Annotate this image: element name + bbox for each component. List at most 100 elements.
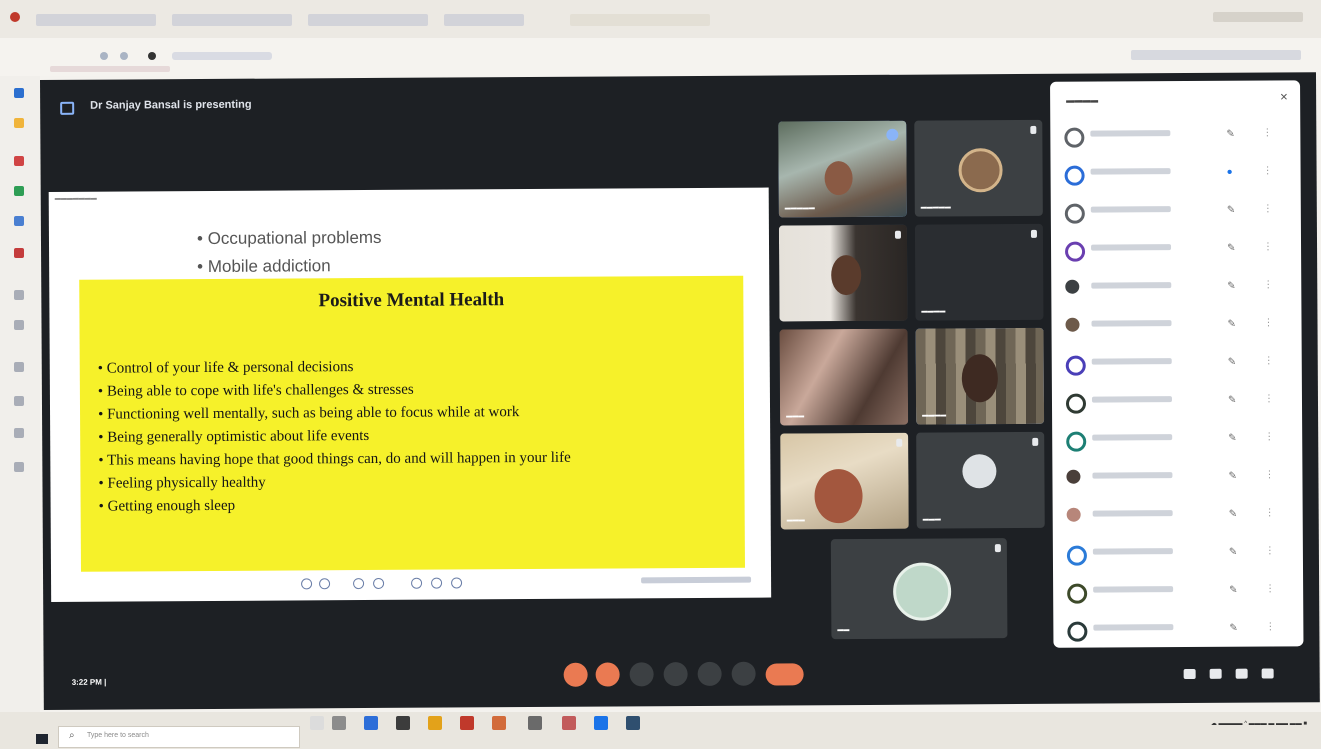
rail-icon[interactable] xyxy=(14,428,24,438)
more-options-icon[interactable]: ⋮ xyxy=(1265,507,1275,518)
browser-tab[interactable] xyxy=(36,14,156,26)
video-tile[interactable]: ▬▬▬▬ xyxy=(914,223,1044,321)
participant-row[interactable]: ● ⋮ xyxy=(1050,152,1300,192)
more-options-icon[interactable]: ⋮ xyxy=(1264,393,1274,404)
reload-icon[interactable] xyxy=(148,52,156,60)
video-tile[interactable]: ▬▬▬ xyxy=(779,328,909,426)
camera-off-button[interactable] xyxy=(595,662,620,687)
more-options-icon[interactable]: ⋮ xyxy=(1265,583,1275,594)
start-menu-icon[interactable] xyxy=(36,734,48,744)
rail-icon[interactable] xyxy=(14,248,24,258)
chat-icon[interactable] xyxy=(1235,668,1248,679)
camera-feed xyxy=(779,328,909,426)
taskbar-app-icon[interactable] xyxy=(364,716,378,730)
participant-row[interactable]: ✎ ⋮ xyxy=(1052,380,1302,420)
captions-button[interactable] xyxy=(629,662,654,687)
browser-tab[interactable] xyxy=(172,14,292,26)
speaking-icon: ● xyxy=(1226,166,1233,178)
more-options-icon[interactable]: ⋮ xyxy=(1263,241,1273,252)
mic-off-icon: ✎ xyxy=(1226,128,1235,140)
taskbar-app-icon[interactable] xyxy=(310,716,324,730)
end-call-button[interactable] xyxy=(765,663,804,686)
participant-row[interactable]: ✎ ⋮ xyxy=(1052,418,1302,458)
present-button[interactable] xyxy=(697,661,722,686)
participant-row[interactable]: ✎ ⋮ xyxy=(1051,304,1301,344)
video-tile[interactable]: ▬▬▬▬ xyxy=(915,327,1045,425)
raise-hand-button[interactable] xyxy=(663,662,688,687)
participant-row[interactable]: ✎ ⋮ xyxy=(1052,342,1302,382)
mic-off-button[interactable] xyxy=(563,662,588,687)
taskbar-app-icon[interactable] xyxy=(528,716,542,730)
more-options-icon[interactable]: ⋮ xyxy=(1265,621,1275,632)
video-tile[interactable]: ▬▬▬▬▬ xyxy=(778,120,907,218)
rail-icon[interactable] xyxy=(14,462,24,472)
rail-icon[interactable] xyxy=(14,186,24,196)
rail-icon[interactable] xyxy=(14,216,24,226)
people-icon[interactable] xyxy=(1209,668,1222,679)
rail-icon[interactable] xyxy=(14,290,24,300)
more-options-icon[interactable]: ⋮ xyxy=(1265,545,1275,556)
taskbar-search-box[interactable]: ⌕ Type here to search xyxy=(58,726,300,748)
presenter-taskbar xyxy=(291,574,761,591)
more-options-icon[interactable]: ⋮ xyxy=(1264,431,1274,442)
rail-icon[interactable] xyxy=(14,118,24,128)
participant-row[interactable]: ✎ ⋮ xyxy=(1051,266,1301,306)
video-tile[interactable]: ▬▬▬ xyxy=(780,432,909,530)
rail-icon[interactable] xyxy=(14,362,24,372)
browser-tab-strip xyxy=(0,0,1321,38)
more-options-icon[interactable]: ⋮ xyxy=(1262,127,1272,138)
browser-tab-active[interactable] xyxy=(570,14,710,26)
system-tray[interactable]: ☁ ▬▬▬▬ ^ ▬▬▬ ▬ ▬▬ ▬▬ ■ xyxy=(1211,720,1307,727)
info-icon[interactable] xyxy=(1183,668,1196,680)
taskbar-app-icon[interactable] xyxy=(396,716,410,730)
rail-icon[interactable] xyxy=(14,320,24,330)
more-options-icon[interactable]: ⋮ xyxy=(1263,203,1273,214)
address-bar[interactable] xyxy=(172,52,272,60)
rail-icon[interactable] xyxy=(14,396,24,406)
taskbar-app-icon[interactable] xyxy=(562,716,576,730)
side-app-rail xyxy=(0,76,40,716)
tile-name: ▬▬▬▬ xyxy=(921,308,946,315)
more-options-icon[interactable]: ⋮ xyxy=(1263,317,1273,328)
window-controls[interactable] xyxy=(1213,12,1303,22)
taskbar-app-icon[interactable] xyxy=(428,716,442,730)
video-tile[interactable]: ▬▬ xyxy=(830,538,1008,640)
participant-row[interactable]: ✎ ⋮ xyxy=(1053,570,1303,610)
taskbar-app-icon[interactable] xyxy=(460,716,474,730)
video-tile[interactable]: ▬▬▬▬▬ xyxy=(914,119,1043,217)
toolbar-extension-icons[interactable] xyxy=(1131,50,1301,60)
close-icon[interactable]: ✕ xyxy=(1280,92,1288,103)
participant-row[interactable]: ✎ ⋮ xyxy=(1051,228,1301,268)
rail-icon[interactable] xyxy=(14,88,24,98)
forward-icon[interactable] xyxy=(120,52,128,60)
browser-tab[interactable] xyxy=(308,14,428,26)
mic-off-icon xyxy=(994,544,1001,553)
taskbar-app-icon[interactable] xyxy=(594,716,608,730)
more-options-button[interactable] xyxy=(731,661,756,686)
more-options-icon[interactable]: ⋮ xyxy=(1263,165,1273,176)
taskbar-app-icon[interactable] xyxy=(626,716,640,730)
slide-window-title: ▬▬▬▬▬▬▬ xyxy=(54,195,97,202)
browser-tab[interactable] xyxy=(444,14,524,26)
more-options-icon[interactable]: ⋮ xyxy=(1264,469,1274,480)
activities-icon[interactable] xyxy=(1261,668,1274,679)
rail-icon[interactable] xyxy=(14,156,24,166)
participant-row[interactable]: ✎ ⋮ xyxy=(1050,114,1300,154)
video-tile[interactable]: ▬▬▬ xyxy=(916,431,1045,529)
participant-avatar xyxy=(958,148,1003,193)
participant-name xyxy=(1091,282,1172,289)
participant-avatar xyxy=(1066,507,1081,522)
tile-name: ▬▬▬▬▬ xyxy=(784,205,815,212)
more-options-icon[interactable]: ⋮ xyxy=(1263,279,1273,290)
participant-row[interactable]: ✎ ⋮ xyxy=(1052,456,1302,496)
participant-row[interactable]: ✎ ⋮ xyxy=(1053,494,1303,534)
more-options-icon[interactable]: ⋮ xyxy=(1264,355,1274,366)
video-tile[interactable] xyxy=(778,224,908,322)
participant-row[interactable]: ✎ ⋮ xyxy=(1053,532,1303,572)
taskbar-app-icon[interactable] xyxy=(492,716,506,730)
back-icon[interactable] xyxy=(100,52,108,60)
participant-row[interactable]: ✎ ⋮ xyxy=(1053,608,1303,648)
pin-icon[interactable] xyxy=(886,128,899,141)
taskbar-app-icon[interactable] xyxy=(332,716,346,730)
participant-row[interactable]: ✎ ⋮ xyxy=(1051,190,1301,230)
